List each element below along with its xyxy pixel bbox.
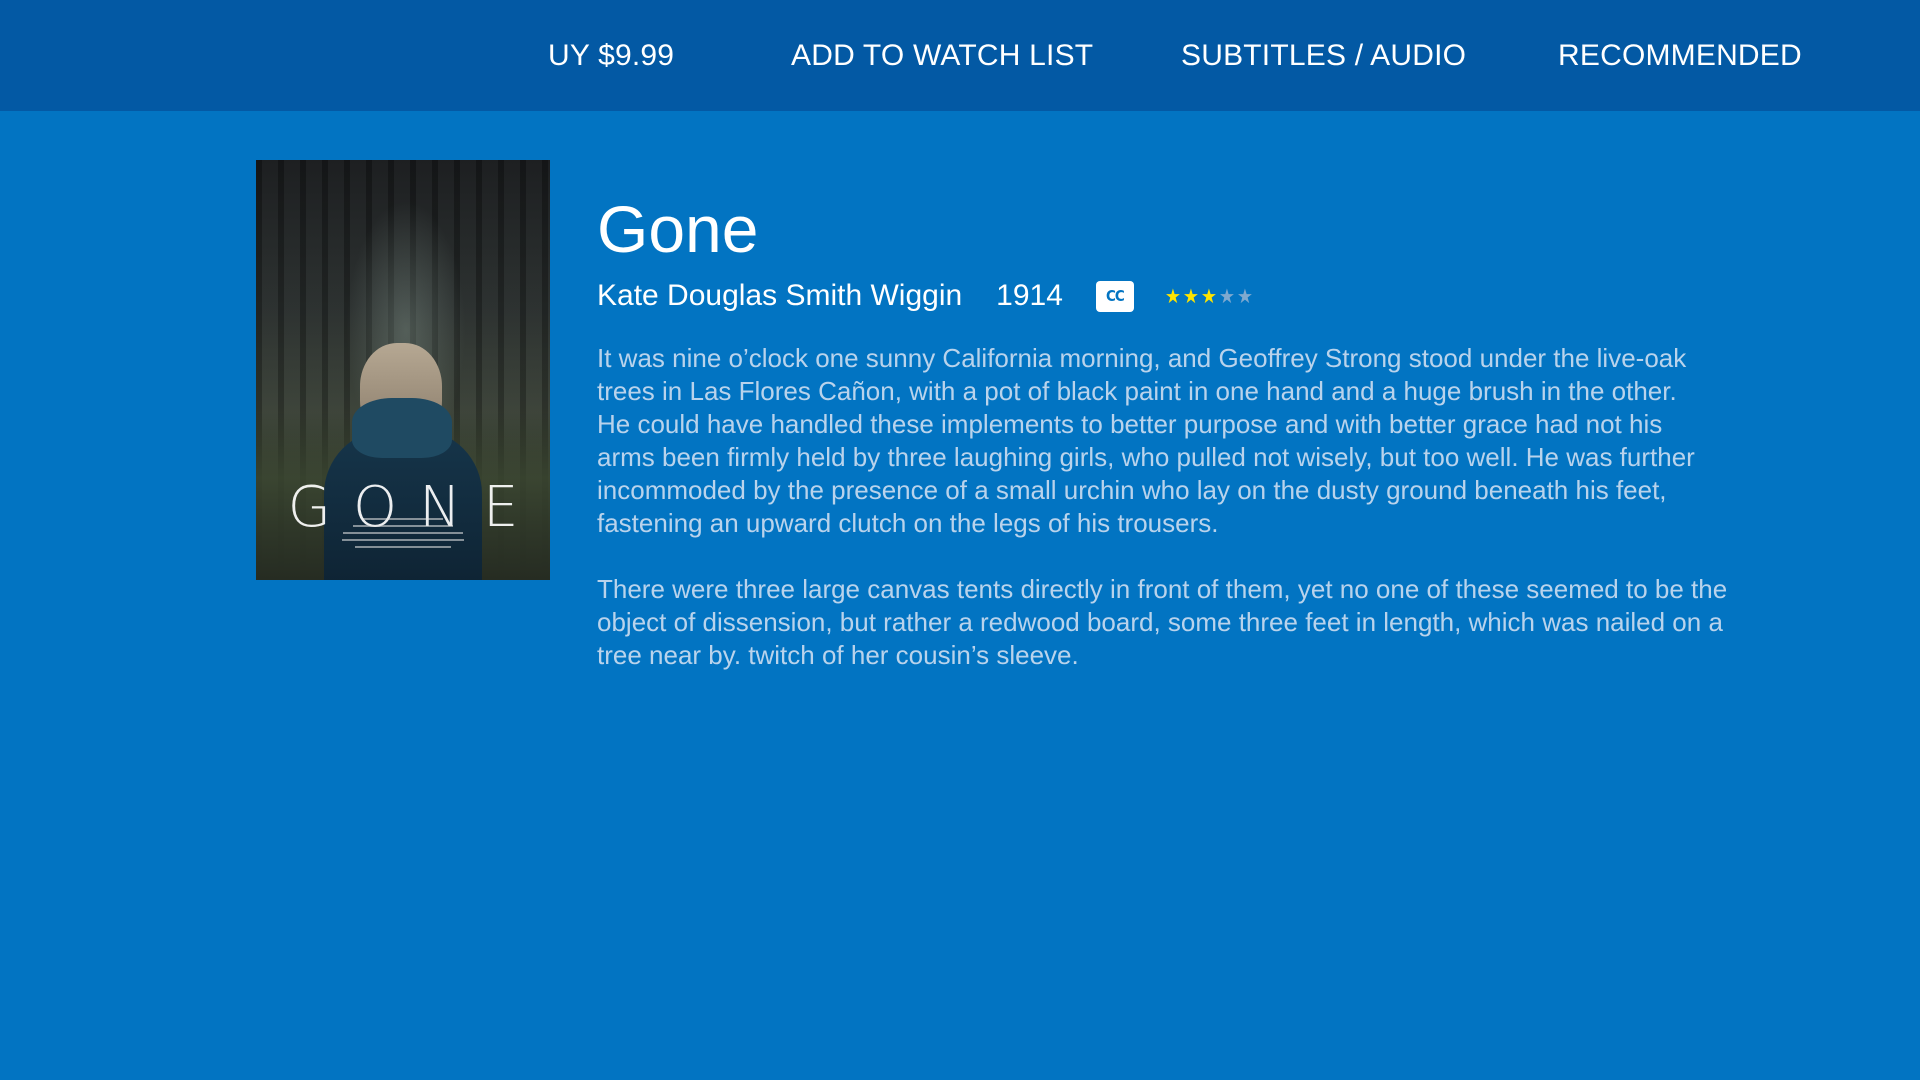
star-empty-icon: ★ <box>1218 284 1235 308</box>
subtitles-audio-button[interactable]: SUBTITLES / AUDIO <box>1181 0 1466 111</box>
movie-meta-row: Kate Douglas Smith Wiggin 1914 CC ★ ★ ★ ★ ★ <box>597 276 1254 316</box>
star-filled-icon: ★ <box>1164 284 1181 308</box>
movie-description: It was nine o’clock one sunny California… <box>597 342 1827 705</box>
movie-year: 1914 <box>996 279 1063 312</box>
star-rating: ★ ★ ★ ★ ★ <box>1164 286 1254 306</box>
star-filled-icon: ★ <box>1200 284 1217 308</box>
movie-poster: GONE <box>256 160 550 580</box>
description-paragraph: It was nine o’clock one sunny California… <box>597 343 1695 538</box>
add-to-watch-list-button[interactable]: ADD TO WATCH LIST <box>791 0 1093 111</box>
poster-credits-block <box>338 518 468 553</box>
closed-captions-icon: CC <box>1095 280 1134 312</box>
poster-figure-hood <box>352 398 452 458</box>
star-filled-icon: ★ <box>1182 284 1199 308</box>
top-navigation-bar: UY $9.99 ADD TO WATCH LIST SUBTITLES / A… <box>0 0 1920 111</box>
star-empty-icon: ★ <box>1236 284 1253 308</box>
cc-badge-label: CC <box>1106 287 1125 305</box>
description-paragraph: There were three large canvas tents dire… <box>597 574 1728 670</box>
movie-title: Gone <box>597 192 759 266</box>
buy-button[interactable]: UY $9.99 <box>548 0 674 111</box>
recommended-button[interactable]: RECOMMENDED <box>1558 0 1802 111</box>
movie-author: Kate Douglas Smith Wiggin <box>597 279 963 312</box>
